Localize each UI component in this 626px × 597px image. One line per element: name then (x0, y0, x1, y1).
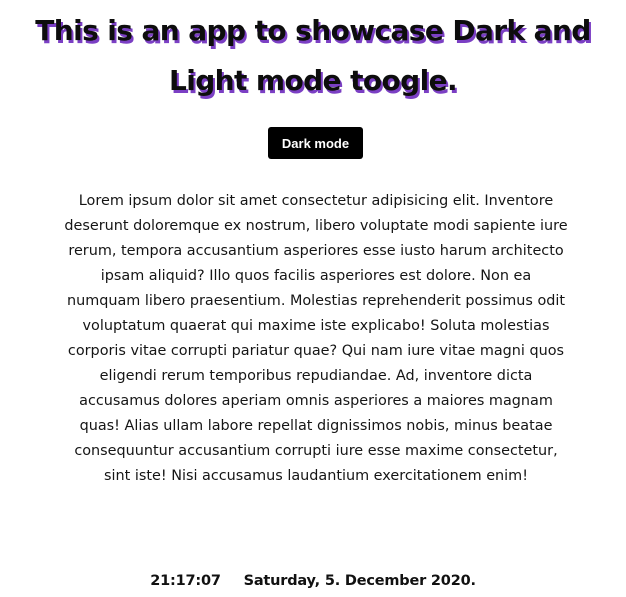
clock-footer: 21:17:07 Saturday, 5. December 2020. (0, 570, 626, 592)
page-title: This is an app to showcase Dark and Ligh… (35, 14, 591, 97)
lorem-paragraph: Lorem ipsum dolor sit amet consectetur a… (64, 193, 568, 484)
app-page: This is an app to showcase Dark and Ligh… (0, 0, 626, 597)
clock-date: Saturday, 5. December 2020. (243, 573, 476, 589)
clock-time: 21:17:07 (150, 573, 221, 589)
dark-mode-toggle-button[interactable]: Dark mode (268, 127, 363, 159)
